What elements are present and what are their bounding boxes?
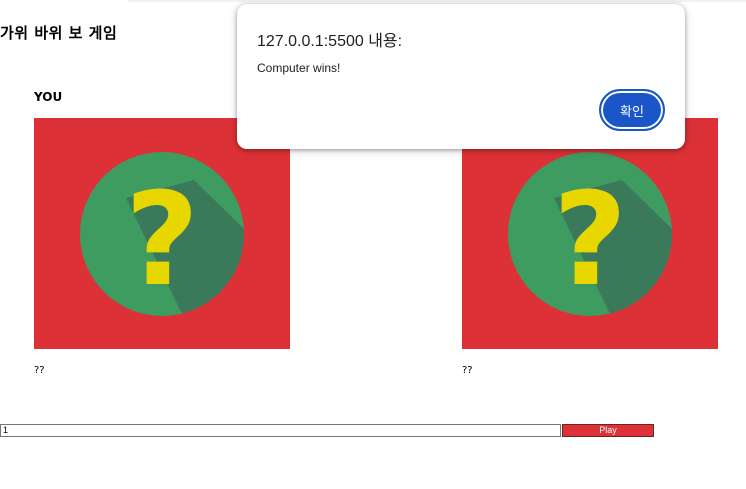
computer-choice-text: ?? [462,365,473,376]
page-title: 가위 바위 보 게임 [0,24,118,42]
computer-hand-image: ? [462,118,718,349]
question-mark-icon: ? [508,152,672,316]
dialog-message: Computer wins! [257,61,341,75]
top-divider [128,0,746,2]
dialog-ok-button[interactable]: 확인 [599,89,665,131]
player-choice-text: ?? [34,365,45,376]
play-button[interactable]: Play [562,424,654,437]
dialog-origin: 127.0.0.1:5500 내용: [257,33,403,50]
round-input[interactable] [0,424,561,437]
alert-dialog: 127.0.0.1:5500 내용: Computer wins! 확인 [237,4,685,149]
question-mark-icon: ? [80,152,244,316]
page: 가위 바위 보 게임 YOU ? ? ?? ?? Play 127.0.0.1:… [0,0,746,489]
svg-text:?: ? [553,166,627,315]
player-hand-image: ? [34,118,290,349]
svg-text:?: ? [125,166,199,315]
player-label: YOU [34,90,63,104]
